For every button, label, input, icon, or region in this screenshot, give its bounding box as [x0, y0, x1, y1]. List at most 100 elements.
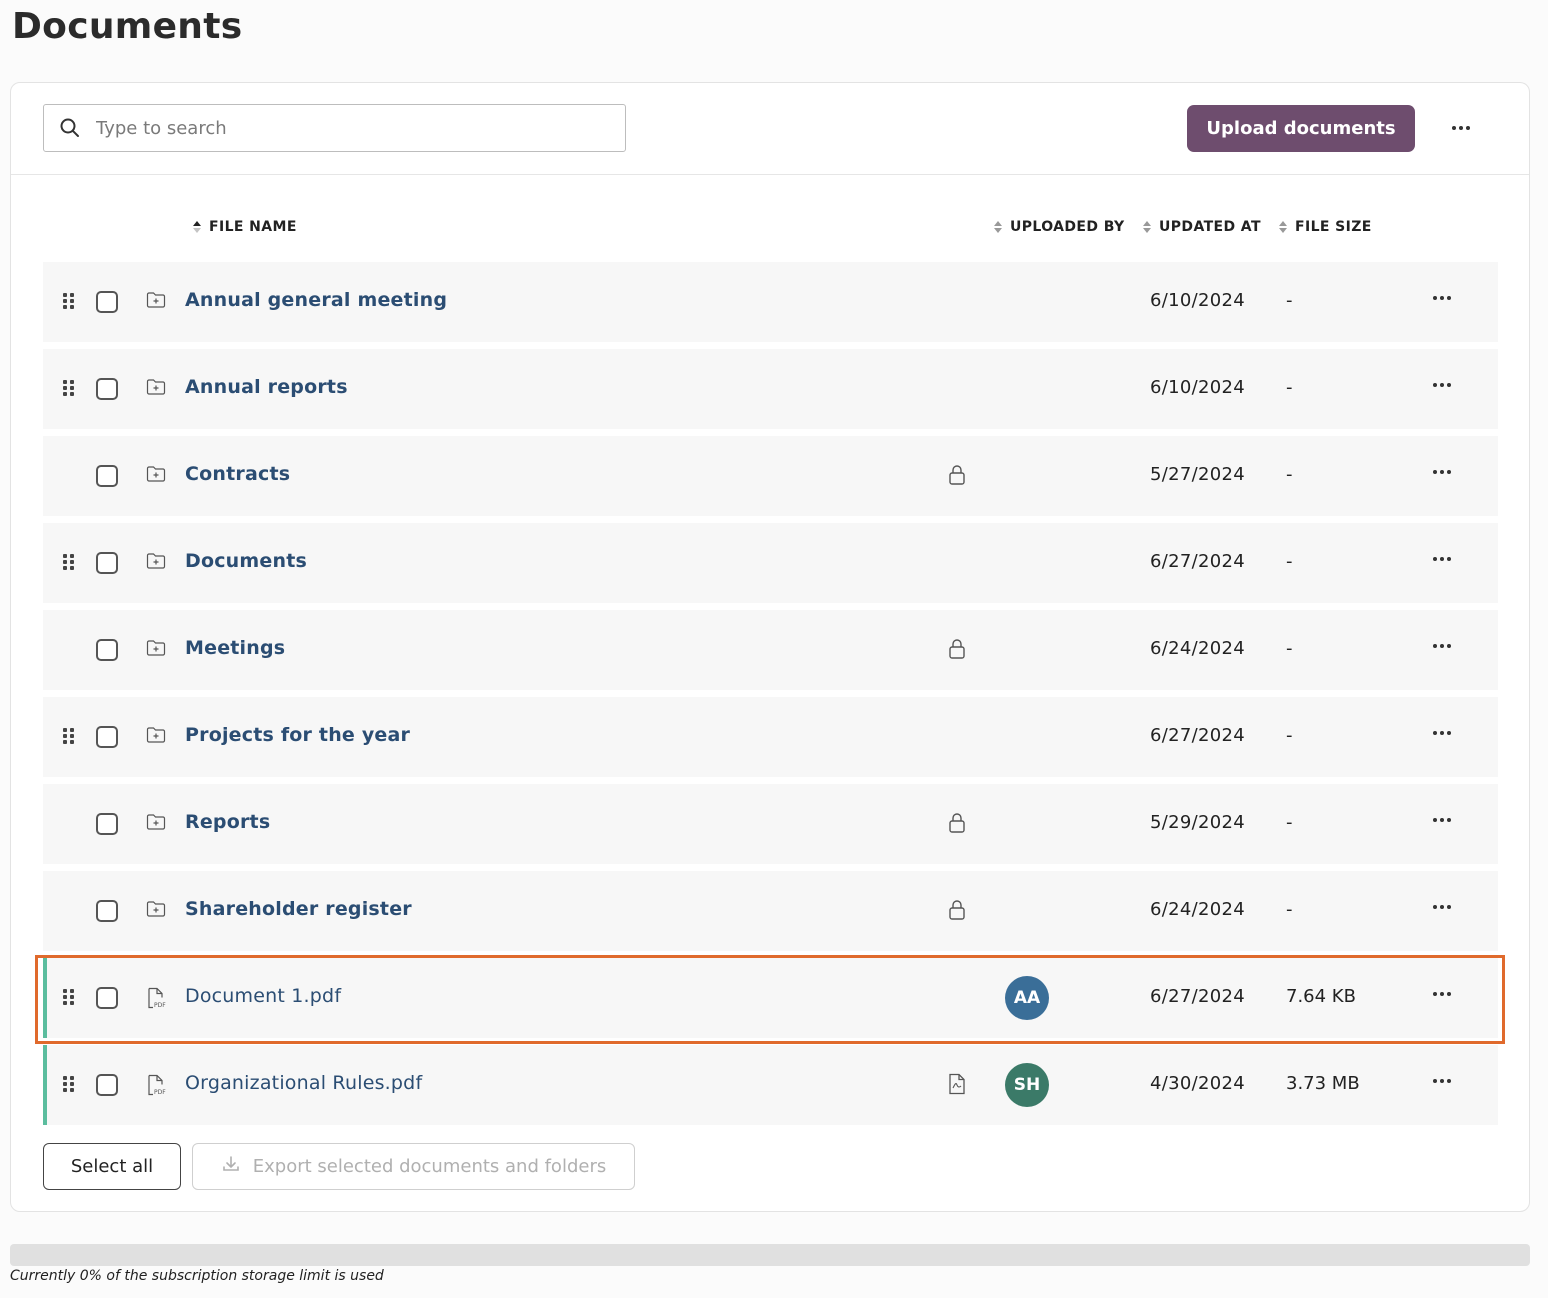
- folder-icon: [146, 465, 166, 487]
- upload-documents-button[interactable]: Upload documents: [1187, 105, 1415, 152]
- drag-handle-icon[interactable]: [63, 728, 74, 744]
- file-size: -: [1286, 638, 1293, 659]
- drag-handle-icon[interactable]: [63, 380, 74, 396]
- row-checkbox[interactable]: [96, 900, 118, 922]
- table-row[interactable]: Reports 5/29/2024 -: [43, 784, 1498, 864]
- table-row[interactable]: Meetings 6/24/2024 -: [43, 610, 1498, 690]
- file-name-link[interactable]: Contracts: [185, 463, 290, 485]
- more-icon: [1433, 1079, 1451, 1083]
- updated-at: 6/24/2024: [1150, 638, 1245, 659]
- file-name-link[interactable]: Documents: [185, 550, 307, 572]
- document-icon: [948, 1073, 966, 1099]
- table-row[interactable]: Projects for the year 6/27/2024 -: [43, 697, 1498, 777]
- folder-icon: [146, 552, 166, 574]
- column-uploaded-by[interactable]: UPLOADED BY: [994, 219, 1125, 235]
- updated-at: 6/27/2024: [1150, 551, 1245, 572]
- more-icon: [1433, 731, 1451, 735]
- folder-icon: [146, 639, 166, 661]
- file-size: -: [1286, 290, 1293, 311]
- file-name-link[interactable]: Meetings: [185, 637, 285, 659]
- pdf-file-icon: PDF: [146, 1074, 166, 1100]
- lock-icon: [948, 464, 966, 490]
- file-name-link[interactable]: Projects for the year: [185, 724, 410, 746]
- download-icon: [221, 1154, 241, 1179]
- row-more-button[interactable]: [1433, 557, 1451, 561]
- drag-handle-icon[interactable]: [63, 989, 74, 1005]
- folder-icon: [146, 726, 166, 748]
- pdf-file-icon: PDF: [146, 987, 166, 1013]
- file-name-link[interactable]: Shareholder register: [185, 898, 412, 920]
- row-checkbox[interactable]: [96, 1074, 118, 1096]
- column-updated-at[interactable]: UPDATED AT: [1143, 219, 1261, 235]
- table-row[interactable]: Annual reports 6/10/2024 -: [43, 349, 1498, 429]
- row-more-button[interactable]: [1433, 818, 1451, 822]
- svg-text:PDF: PDF: [154, 1002, 166, 1009]
- select-all-button[interactable]: Select all: [43, 1143, 181, 1190]
- row-more-button[interactable]: [1433, 383, 1451, 387]
- updated-at: 5/29/2024: [1150, 812, 1245, 833]
- sort-icon: [1143, 221, 1151, 233]
- sort-icon: [193, 221, 201, 233]
- column-file-size[interactable]: FILE SIZE: [1279, 219, 1372, 235]
- file-size: -: [1286, 899, 1293, 920]
- file-size: -: [1286, 725, 1293, 746]
- storage-progress-bar: [10, 1244, 1530, 1266]
- row-checkbox[interactable]: [96, 813, 118, 835]
- avatar: AA: [1005, 976, 1049, 1020]
- storage-usage-text: Currently 0% of the subscription storage…: [10, 1268, 384, 1284]
- row-more-button[interactable]: [1433, 905, 1451, 909]
- row-checkbox[interactable]: [96, 552, 118, 574]
- search-box[interactable]: [43, 104, 626, 152]
- updated-at: 5/27/2024: [1150, 464, 1245, 485]
- updated-at: 6/27/2024: [1150, 986, 1245, 1007]
- more-icon: [1433, 383, 1451, 387]
- table-row[interactable]: Shareholder register 6/24/2024 -: [43, 871, 1498, 951]
- file-name-link[interactable]: Document 1.pdf: [185, 985, 341, 1007]
- row-more-button[interactable]: [1433, 644, 1451, 648]
- row-checkbox[interactable]: [96, 291, 118, 313]
- updated-at: 4/30/2024: [1150, 1073, 1245, 1094]
- search-input[interactable]: [96, 105, 625, 151]
- table-row[interactable]: PDF Document 1.pdf AA 6/27/2024 7.64 KB: [43, 958, 1498, 1038]
- file-name-link[interactable]: Organizational Rules.pdf: [185, 1072, 422, 1094]
- column-file-name[interactable]: FILE NAME: [193, 219, 297, 235]
- row-more-button[interactable]: [1433, 1079, 1451, 1083]
- folder-icon: [146, 291, 166, 313]
- folder-icon: [146, 900, 166, 922]
- row-more-button[interactable]: [1433, 296, 1451, 300]
- drag-handle-icon[interactable]: [63, 554, 74, 570]
- table-header: FILE NAME UPLOADED BY UPDATED AT FILE SI…: [11, 211, 1529, 247]
- drag-handle-icon[interactable]: [63, 1076, 74, 1092]
- file-name-link[interactable]: Annual reports: [185, 376, 348, 398]
- sort-icon: [994, 221, 1002, 233]
- table-row[interactable]: Contracts 5/27/2024 -: [43, 436, 1498, 516]
- file-name-link[interactable]: Annual general meeting: [185, 289, 447, 311]
- updated-at: 6/24/2024: [1150, 899, 1245, 920]
- table-row[interactable]: Annual general meeting 6/10/2024 -: [43, 262, 1498, 342]
- lock-icon: [948, 638, 966, 664]
- row-checkbox[interactable]: [96, 378, 118, 400]
- row-checkbox[interactable]: [96, 987, 118, 1009]
- more-icon: [1433, 557, 1451, 561]
- toolbar-more-button[interactable]: [1443, 115, 1479, 141]
- file-size: 7.64 KB: [1286, 986, 1356, 1007]
- row-checkbox[interactable]: [96, 726, 118, 748]
- row-checkbox[interactable]: [96, 465, 118, 487]
- row-more-button[interactable]: [1433, 470, 1451, 474]
- row-checkbox[interactable]: [96, 639, 118, 661]
- sort-icon: [1279, 221, 1287, 233]
- table-row[interactable]: Documents 6/27/2024 -: [43, 523, 1498, 603]
- file-size: -: [1286, 551, 1293, 572]
- row-more-button[interactable]: [1433, 731, 1451, 735]
- export-selected-button[interactable]: Export selected documents and folders: [192, 1143, 635, 1190]
- file-size: -: [1286, 377, 1293, 398]
- more-icon: [1433, 992, 1451, 996]
- more-icon: [1452, 126, 1470, 130]
- more-icon: [1433, 644, 1451, 648]
- drag-handle-icon[interactable]: [63, 293, 74, 309]
- lock-icon: [948, 812, 966, 838]
- more-icon: [1433, 470, 1451, 474]
- file-name-link[interactable]: Reports: [185, 811, 270, 833]
- table-row[interactable]: PDF Organizational Rules.pdf SH 4/30/2024 3.…: [43, 1045, 1498, 1125]
- row-more-button[interactable]: [1433, 992, 1451, 996]
